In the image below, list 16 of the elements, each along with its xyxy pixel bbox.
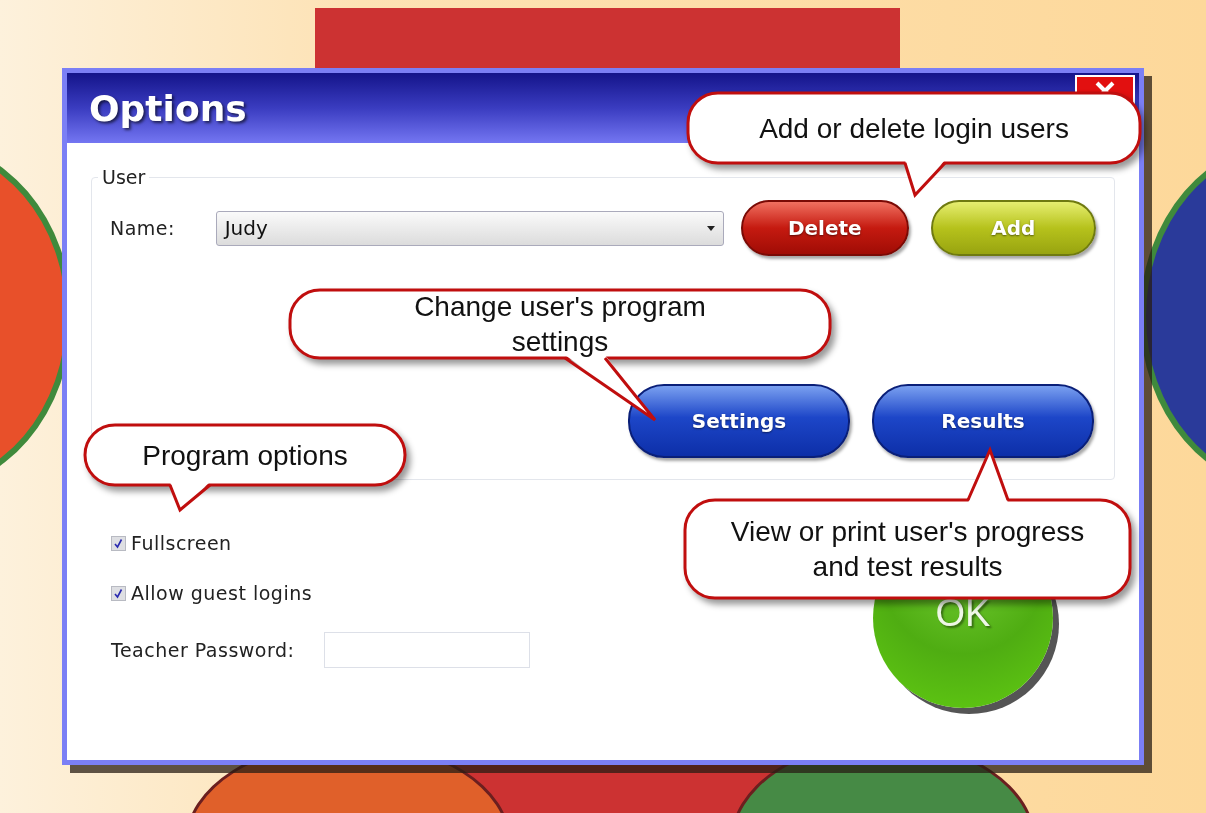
checkbox[interactable] [111, 535, 126, 551]
results-button[interactable]: Results [872, 384, 1094, 458]
name-label: Name: [110, 217, 176, 239]
settings-button[interactable]: Settings [628, 384, 850, 458]
password-field[interactable] [324, 632, 531, 668]
delete-button[interactable]: Delete [741, 200, 909, 256]
option-label: Fullscreen [131, 532, 232, 554]
callout-text: Program options [142, 438, 348, 473]
callout-text: Add or delete login users [759, 111, 1069, 146]
option-label: Allow guest logins [131, 582, 313, 604]
password-label: Teacher Password: [111, 639, 295, 661]
caret-icon [707, 225, 715, 231]
checkbox[interactable] [111, 585, 126, 601]
callout-text: Change user's program settings [413, 290, 707, 359]
name-dropdown[interactable]: Judy [215, 210, 724, 246]
window-title: Options [89, 87, 247, 129]
